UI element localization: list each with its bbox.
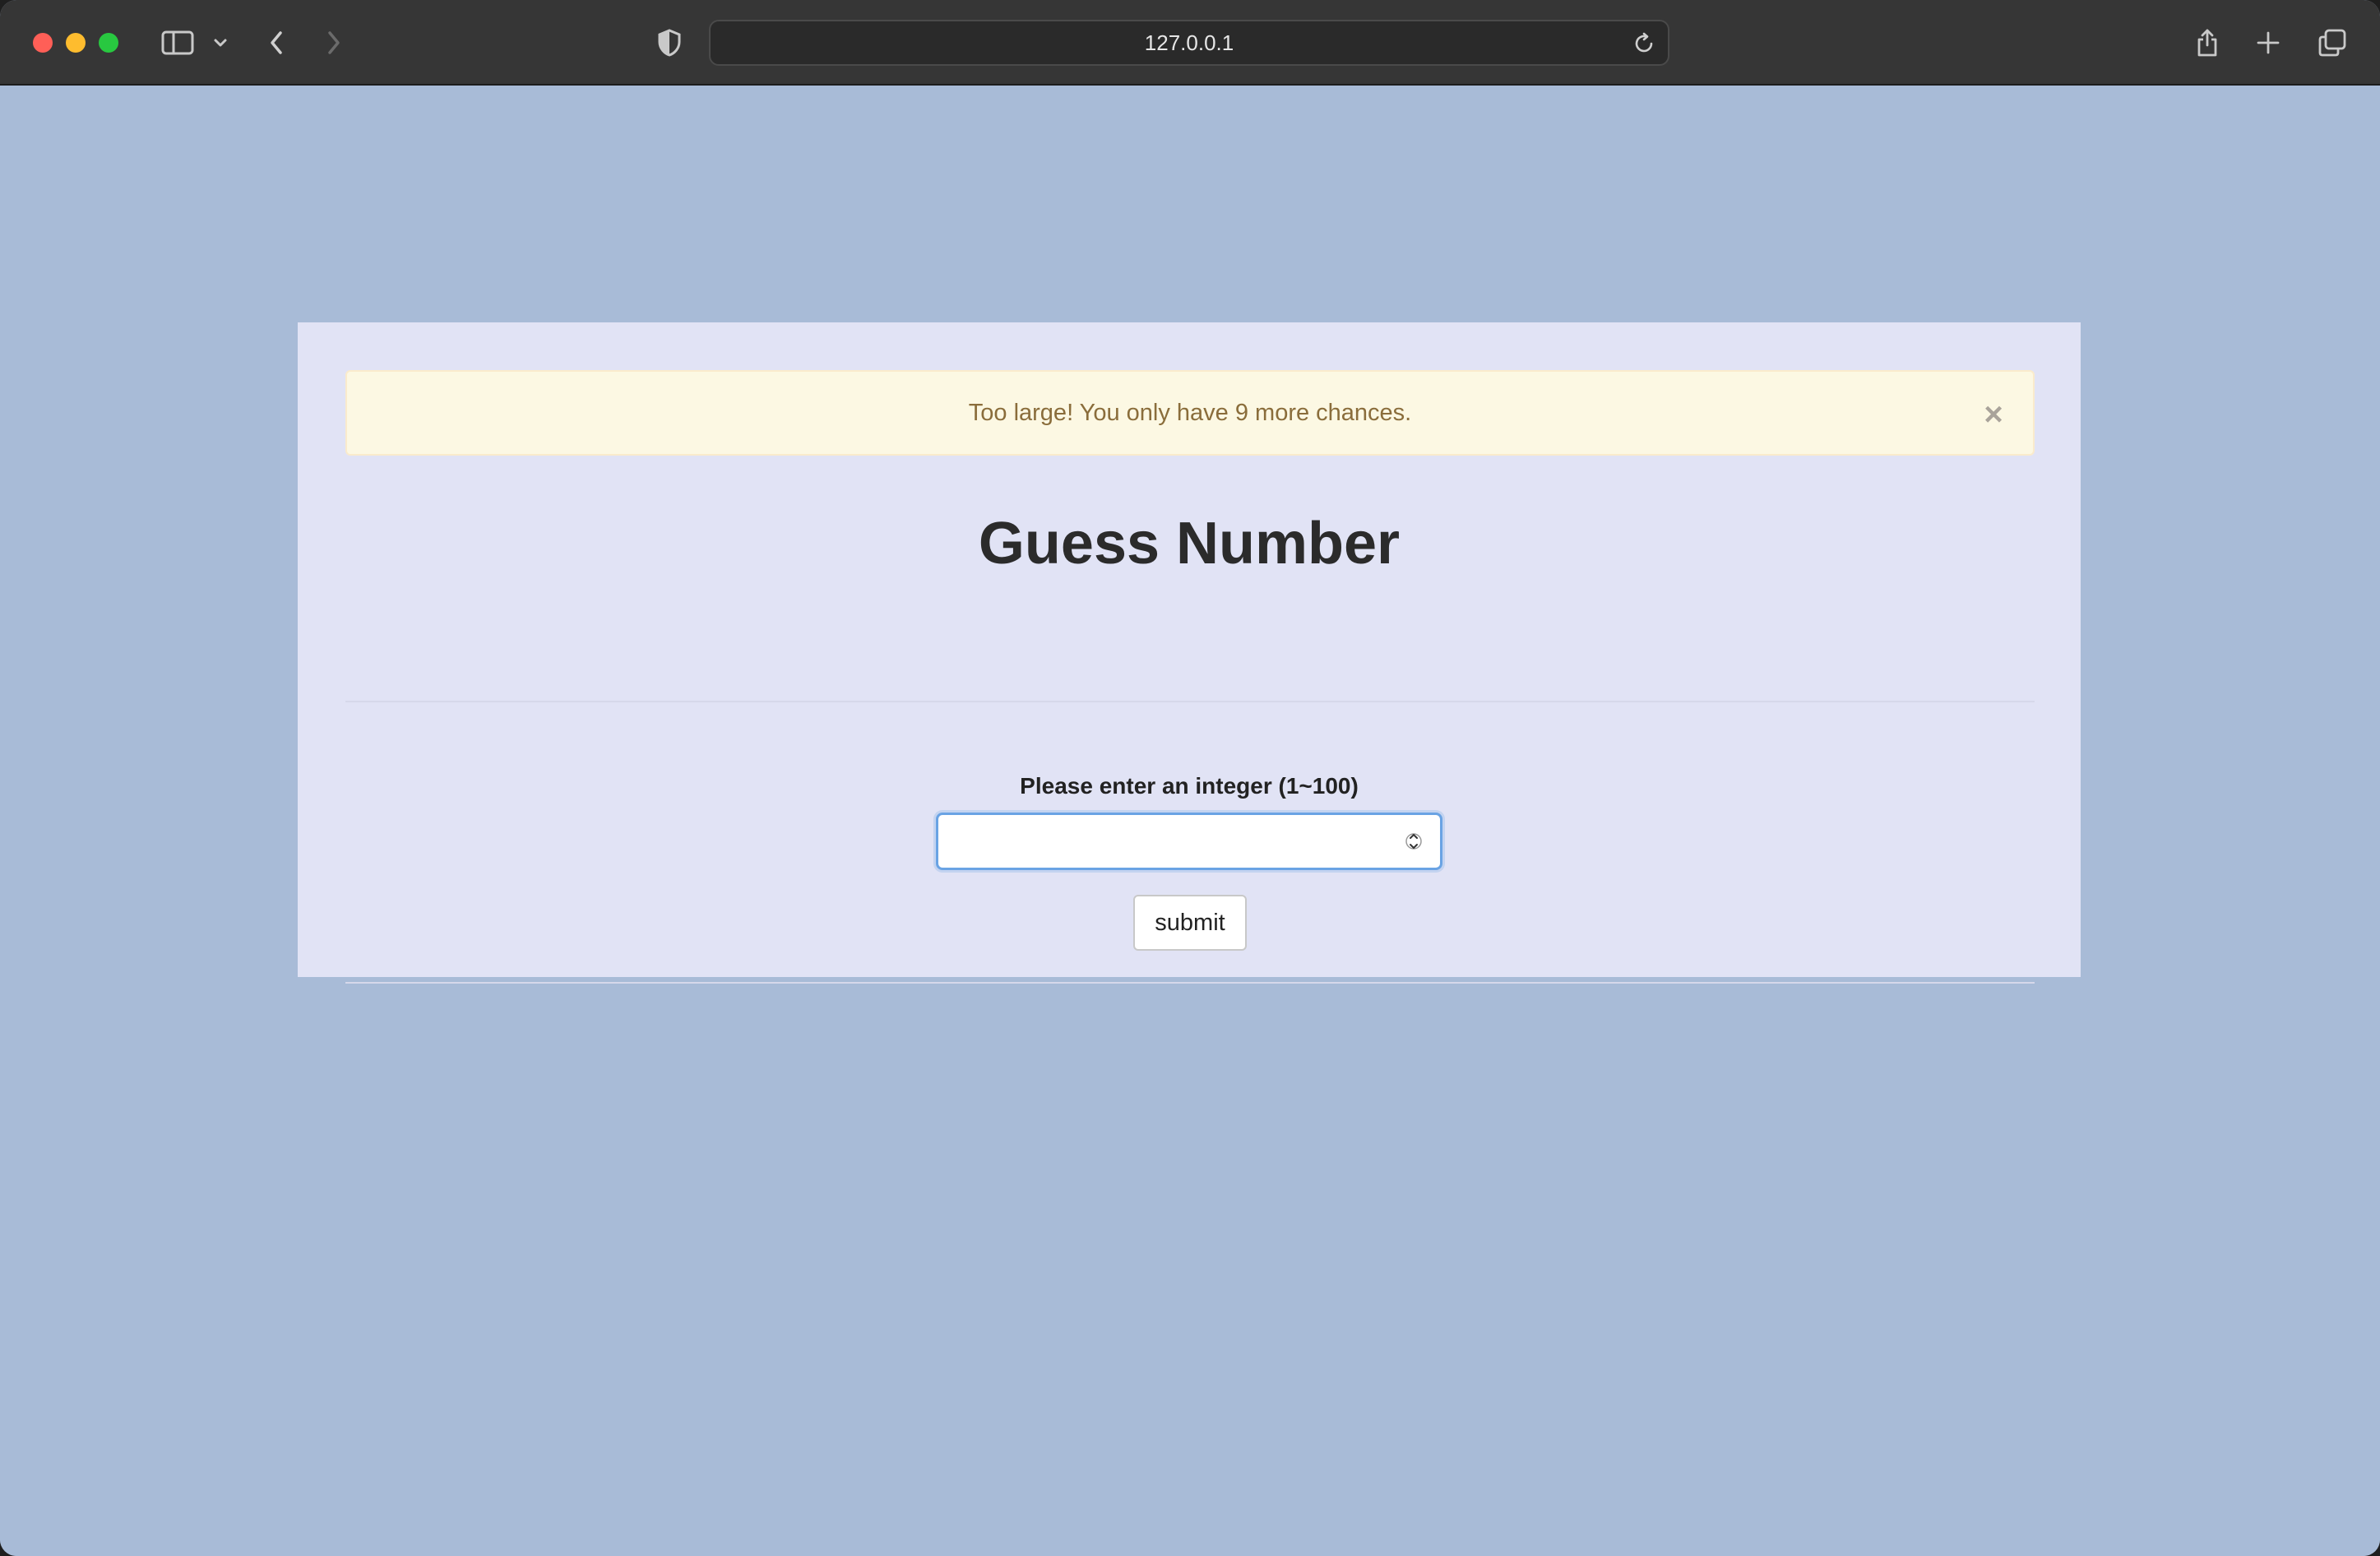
divider [345, 701, 2035, 702]
stepper-icon[interactable] [1405, 827, 1422, 856]
alert-message: Too large! You only have 9 more chances. [968, 399, 1412, 426]
number-input[interactable] [936, 813, 1442, 870]
shield-icon[interactable] [655, 21, 684, 64]
browser-window: 127.0.0.1 Too large! You only have 9 mor… [0, 0, 2380, 1556]
page-title: Guess Number [978, 511, 1401, 577]
number-field-label: Please enter an integer (1~100) [1020, 773, 1359, 799]
page-viewport: Too large! You only have 9 more chances.… [0, 87, 2380, 1556]
share-icon[interactable] [2191, 21, 2224, 64]
browser-toolbar: 127.0.0.1 [0, 0, 2380, 86]
window-close-button[interactable] [33, 33, 53, 53]
submit-button[interactable]: submit [1133, 895, 1247, 951]
address-bar[interactable]: 127.0.0.1 [709, 20, 1669, 66]
plus-icon[interactable] [2253, 21, 2283, 64]
divider [345, 982, 2035, 984]
forward-icon[interactable] [322, 21, 345, 64]
window-maximize-button[interactable] [99, 33, 118, 53]
close-icon[interactable]: × [1979, 398, 2008, 431]
chevron-down-icon[interactable] [211, 21, 230, 64]
warning-alert: Too large! You only have 9 more chances.… [345, 370, 2035, 456]
window-minimize-button[interactable] [66, 33, 86, 53]
tabs-overview-icon[interactable] [2316, 21, 2349, 64]
back-icon[interactable] [265, 21, 288, 64]
address-text: 127.0.0.1 [1144, 30, 1234, 55]
number-input-field[interactable] [948, 822, 1392, 861]
reload-icon[interactable] [1632, 31, 1656, 56]
sidebar-icon[interactable] [160, 21, 196, 64]
main-container: Too large! You only have 9 more chances.… [298, 322, 2081, 984]
